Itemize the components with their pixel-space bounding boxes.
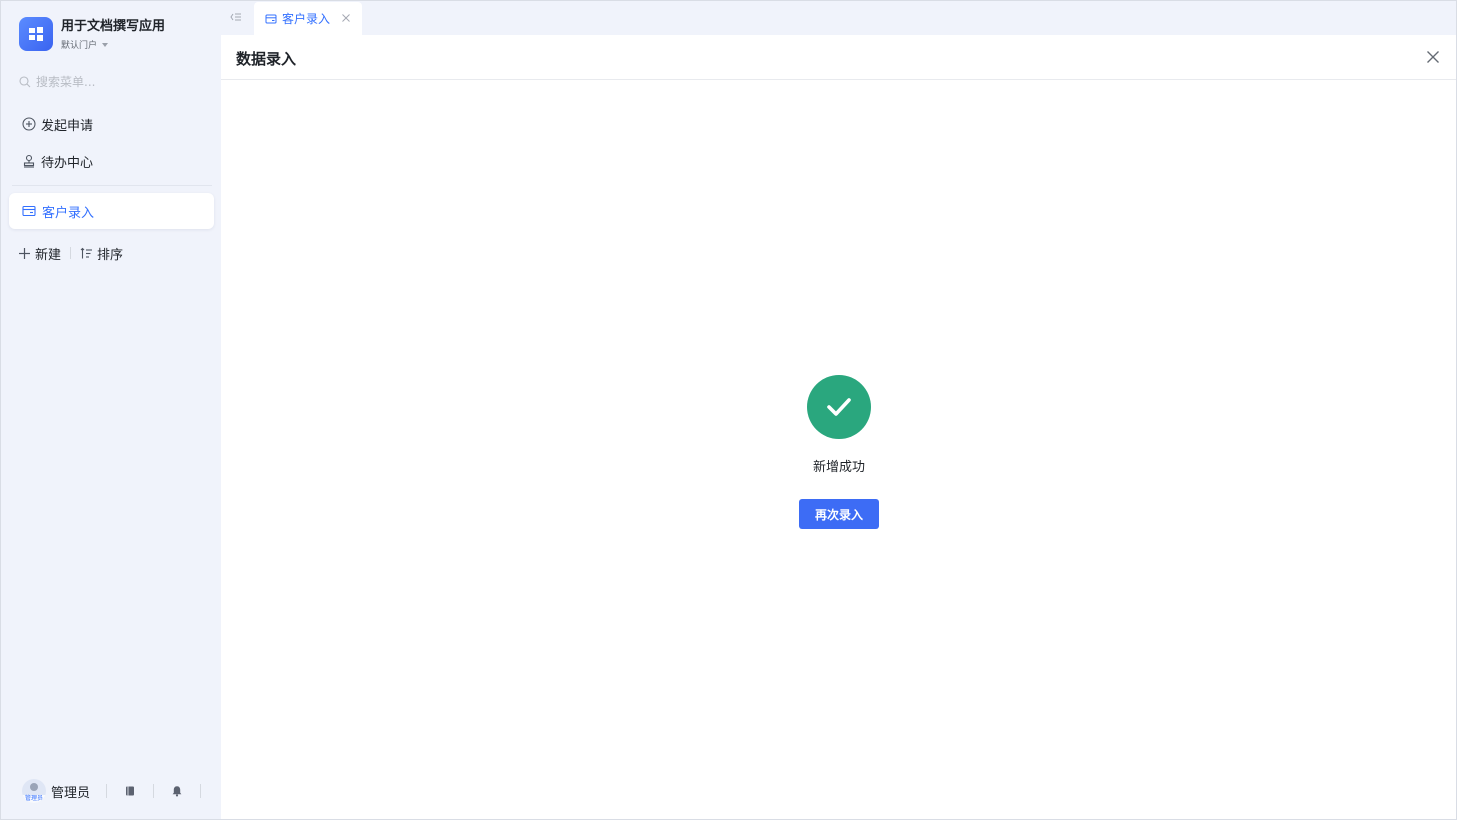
sidebar-item-label: 发起申请 — [41, 118, 94, 134]
sort-label: 排序 — [97, 247, 124, 263]
sidebar-item-label: 客户录入 — [42, 205, 95, 221]
form-icon — [265, 14, 277, 23]
main-panel: 数据录入 新增成功 再次录入 — [221, 35, 1456, 819]
main-header: 数据录入 — [221, 35, 1456, 80]
user-bar-divider — [153, 784, 155, 798]
search-menu[interactable]: 搜索菜单... — [19, 73, 95, 90]
book-icon[interactable] — [123, 784, 137, 798]
tab-label: 客户录入 — [282, 12, 331, 26]
plus-circle-icon — [22, 117, 36, 131]
search-placeholder: 搜索菜单... — [36, 75, 96, 89]
tab-bar: 客户录入 — [221, 0, 1457, 35]
enter-again-button[interactable]: 再次录入 — [799, 499, 879, 529]
user-bar: 管理员 管理员 — [22, 779, 217, 803]
collapse-sidebar-icon[interactable] — [229, 10, 243, 24]
app-logo-icon — [19, 17, 53, 51]
form-icon — [22, 205, 36, 217]
new-button[interactable]: 新建 — [18, 244, 62, 263]
stamp-icon — [23, 154, 35, 168]
plus-icon — [19, 247, 30, 259]
avatar[interactable]: 管理员 — [22, 779, 46, 803]
sidebar-item-label: 待办中心 — [41, 155, 94, 171]
sidebar-item-todo[interactable]: 待办中心 — [22, 151, 93, 171]
portal-selector[interactable]: 默认门户 — [61, 38, 165, 51]
sort-icon — [80, 247, 93, 258]
sidebar-item-customer-entry[interactable]: 客户录入 — [9, 193, 214, 229]
success-check-icon — [807, 375, 871, 439]
sidebar-item-apply[interactable]: 发起申请 — [22, 114, 93, 134]
user-bar-divider — [200, 784, 202, 798]
bell-icon[interactable] — [170, 784, 184, 798]
success-message: 新增成功 — [812, 460, 865, 475]
action-divider — [70, 247, 72, 259]
tab-customer-entry[interactable]: 客户录入 — [254, 2, 362, 35]
avatar-tag: 管理员 — [22, 795, 46, 803]
sort-button[interactable]: 排序 — [80, 244, 124, 263]
sidebar-actions: 新建 排序 — [18, 244, 124, 263]
portal-label: 默认门户 — [61, 41, 98, 51]
search-icon — [19, 75, 31, 87]
app-header[interactable]: 用于文档撰写应用 默认门户 — [19, 17, 165, 51]
sidebar: 用于文档撰写应用 默认门户 搜索菜单... 发起申请 待办中心 客户录入 新建 … — [0, 0, 221, 820]
app-name: 用于文档撰写应用 — [61, 19, 166, 34]
new-label: 新建 — [35, 247, 62, 263]
page-title: 数据录入 — [236, 50, 297, 68]
close-tab-icon[interactable] — [341, 13, 351, 23]
chevron-down-icon — [102, 42, 109, 47]
user-name[interactable]: 管理员 — [51, 782, 90, 801]
sidebar-divider — [12, 185, 212, 186]
close-icon[interactable] — [1426, 50, 1440, 64]
user-bar-divider — [106, 784, 108, 798]
